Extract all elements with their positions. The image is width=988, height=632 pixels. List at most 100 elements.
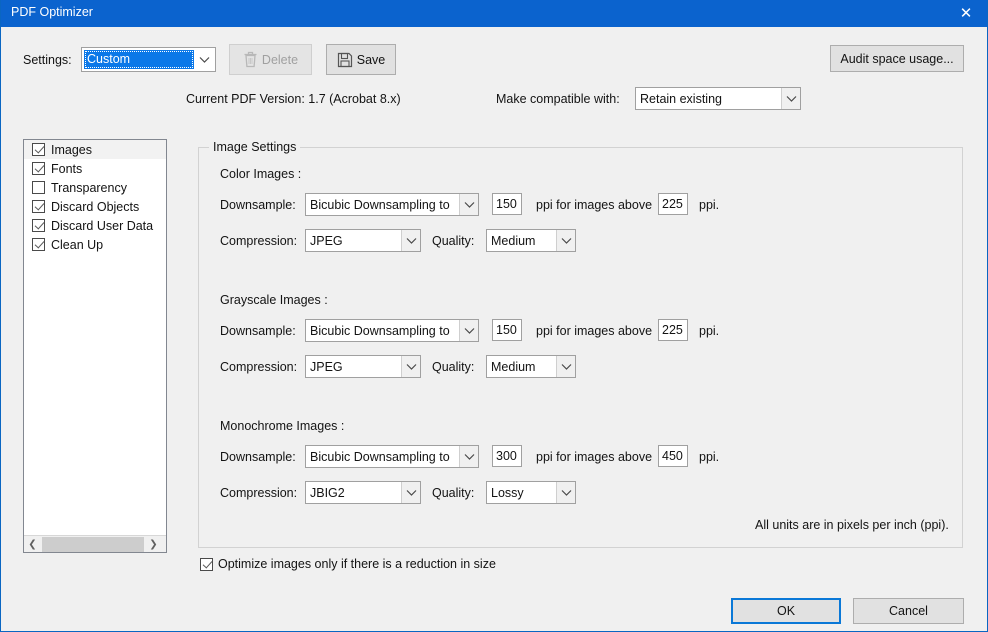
cancel-button-label: Cancel — [889, 604, 928, 618]
color-threshold-ppi-input[interactable]: 225 — [658, 193, 688, 215]
monochrome-images-title: Monochrome Images : — [220, 419, 345, 433]
settings-preset-select[interactable]: Custom — [81, 47, 216, 72]
save-button[interactable]: Save — [326, 44, 396, 75]
horizontal-scrollbar[interactable]: ❮ ❯ — [24, 535, 166, 552]
make-compatible-value: Retain existing — [640, 91, 722, 106]
color-compression-value: JPEG — [310, 233, 343, 248]
grayscale-downsample-method-value: Bicubic Downsampling to — [310, 323, 450, 338]
color-downsample-method-value: Bicubic Downsampling to — [310, 197, 450, 212]
delete-button-label: Delete — [261, 52, 299, 67]
list-item[interactable]: Discard User Data — [24, 216, 166, 235]
monochrome-quality-label: Quality: — [432, 486, 475, 500]
grayscale-images-title: Grayscale Images : — [220, 293, 328, 307]
grayscale-compression-value: JPEG — [310, 359, 343, 374]
chevron-right-icon[interactable]: ❯ — [145, 536, 162, 552]
chevron-down-icon — [781, 88, 800, 109]
grayscale-compression-label: Compression: — [220, 360, 298, 374]
list-item-label: Clean Up — [51, 237, 104, 252]
color-quality-value: Medium — [491, 233, 536, 248]
chevron-left-icon[interactable]: ❮ — [24, 536, 41, 552]
chevron-down-icon — [401, 482, 420, 503]
grayscale-threshold-ppi-input[interactable]: 225 — [658, 319, 688, 341]
color-compression-label: Compression: — [220, 234, 298, 248]
chevron-down-icon — [556, 482, 575, 503]
checkbox-discard-objects[interactable] — [32, 200, 45, 213]
make-compatible-label: Make compatible with: — [496, 92, 620, 106]
list-item-label: Discard User Data — [51, 218, 154, 233]
checkbox-transparency[interactable] — [32, 181, 45, 194]
monochrome-downsample-label: Downsample: — [220, 450, 296, 464]
color-downsample-method-select[interactable]: Bicubic Downsampling to — [305, 193, 479, 216]
chevron-down-icon — [556, 230, 575, 251]
grayscale-quality-label: Quality: — [432, 360, 475, 374]
settings-panel-list-items: Images Fonts Transparency Discard Object… — [24, 140, 166, 535]
checkbox-images[interactable] — [32, 143, 45, 156]
list-item[interactable]: Clean Up — [24, 235, 166, 254]
settings-preset-value: Custom — [84, 50, 194, 69]
floppy-disk-icon — [337, 52, 353, 68]
pdf-optimizer-dialog: PDF Optimizer ✕ Settings: Custom Delete — [0, 0, 988, 632]
grayscale-downsample-ppi-input[interactable]: 150 — [492, 319, 522, 341]
units-note: All units are in pixels per inch (ppi). — [755, 518, 949, 532]
color-compression-select[interactable]: JPEG — [305, 229, 421, 252]
list-item[interactable]: Fonts — [24, 159, 166, 178]
monochrome-downsample-ppi-input[interactable]: 300 — [492, 445, 522, 467]
ok-button-label: OK — [776, 604, 796, 618]
make-compatible-select[interactable]: Retain existing — [635, 87, 801, 110]
monochrome-downsample-method-value: Bicubic Downsampling to — [310, 449, 450, 464]
trash-icon — [243, 51, 258, 68]
current-pdf-version-text: Current PDF Version: 1.7 (Acrobat 8.x) — [186, 92, 401, 106]
grayscale-downsample-method-select[interactable]: Bicubic Downsampling to — [305, 319, 479, 342]
grayscale-quality-value: Medium — [491, 359, 536, 374]
color-downsample-label: Downsample: — [220, 198, 296, 212]
monochrome-quality-value: Lossy — [491, 485, 524, 500]
checkbox-clean-up[interactable] — [32, 238, 45, 251]
list-item[interactable]: Discard Objects — [24, 197, 166, 216]
color-quality-select[interactable]: Medium — [486, 229, 576, 252]
optimize-images-checkbox[interactable] — [200, 557, 213, 571]
optimize-images-checkbox-row[interactable]: Optimize images only if there is a reduc… — [200, 557, 496, 571]
close-icon[interactable]: ✕ — [943, 0, 987, 27]
monochrome-ppi-suffix-label: ppi. — [699, 450, 720, 464]
grayscale-ppi-suffix-label: ppi. — [699, 324, 720, 338]
color-downsample-ppi-input[interactable]: 150 — [492, 193, 522, 215]
monochrome-compression-select[interactable]: JBIG2 — [305, 481, 421, 504]
audit-space-usage-label: Audit space usage... — [840, 51, 954, 66]
color-images-title: Color Images : — [220, 167, 302, 181]
list-item[interactable]: Transparency — [24, 178, 166, 197]
image-settings-legend: Image Settings — [209, 140, 301, 154]
list-item-label: Fonts — [51, 161, 83, 176]
chevron-down-icon — [459, 446, 478, 467]
monochrome-compression-value: JBIG2 — [310, 485, 345, 500]
checkbox-fonts[interactable] — [32, 162, 45, 175]
chevron-down-icon — [401, 356, 420, 377]
list-item-label: Transparency — [51, 180, 127, 195]
checkbox-discard-user-data[interactable] — [32, 219, 45, 232]
grayscale-compression-select[interactable]: JPEG — [305, 355, 421, 378]
list-item[interactable]: Images — [24, 140, 166, 159]
chevron-down-icon — [401, 230, 420, 251]
save-button-label: Save — [356, 52, 386, 67]
monochrome-quality-select[interactable]: Lossy — [486, 481, 576, 504]
scrollbar-thumb[interactable] — [42, 536, 144, 552]
audit-space-usage-button[interactable]: Audit space usage... — [830, 45, 964, 72]
cancel-button[interactable]: Cancel — [853, 598, 964, 624]
window-title: PDF Optimizer — [11, 5, 93, 19]
color-ppi-suffix-label: ppi. — [699, 198, 720, 212]
color-ppi-above-label: ppi for images above — [536, 198, 653, 212]
grayscale-quality-select[interactable]: Medium — [486, 355, 576, 378]
grayscale-ppi-above-label: ppi for images above — [536, 324, 653, 338]
chevron-down-icon — [459, 320, 478, 341]
settings-label: Settings: — [23, 53, 72, 67]
monochrome-threshold-ppi-input[interactable]: 450 — [658, 445, 688, 467]
monochrome-ppi-above-label: ppi for images above — [536, 450, 653, 464]
list-item-label: Images — [51, 142, 92, 157]
monochrome-downsample-method-select[interactable]: Bicubic Downsampling to — [305, 445, 479, 468]
list-item-label: Discard Objects — [51, 199, 140, 214]
title-bar: PDF Optimizer ✕ — [1, 0, 987, 27]
ok-button[interactable]: OK — [731, 598, 841, 624]
monochrome-compression-label: Compression: — [220, 486, 298, 500]
settings-panel-list[interactable]: Images Fonts Transparency Discard Object… — [23, 139, 167, 553]
delete-button[interactable]: Delete — [229, 44, 312, 75]
chevron-down-icon — [194, 48, 215, 71]
